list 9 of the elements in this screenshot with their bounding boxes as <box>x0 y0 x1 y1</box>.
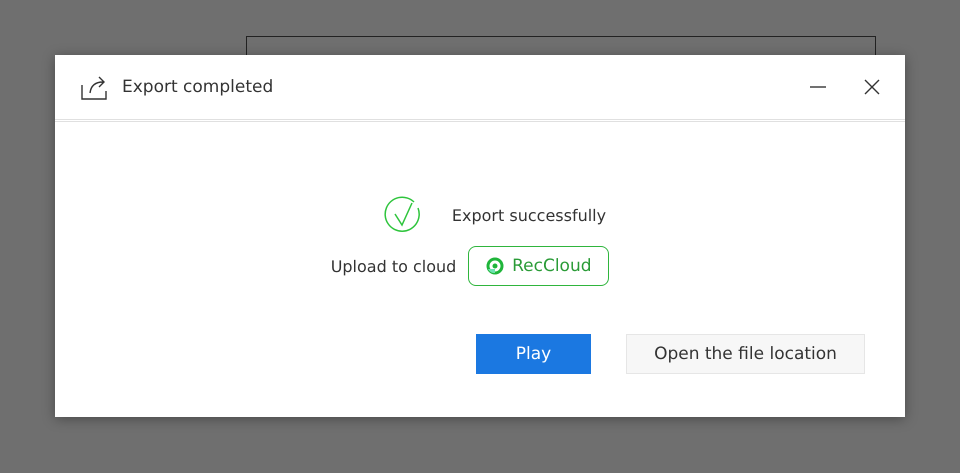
reccloud-button[interactable]: RecCloud <box>468 246 610 286</box>
play-button[interactable]: Play <box>476 334 591 374</box>
cloud-logo-icon <box>486 257 504 275</box>
open-location-button[interactable]: Open the file location <box>626 334 865 374</box>
close-icon[interactable] <box>863 78 881 96</box>
upload-label: Upload to cloud <box>330 256 456 276</box>
dialog-title: Export completed <box>122 77 274 97</box>
status-text: Export successfully <box>452 206 606 224</box>
check-circle-icon <box>384 196 422 234</box>
